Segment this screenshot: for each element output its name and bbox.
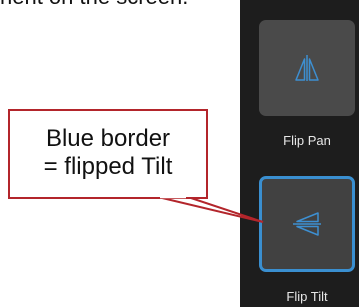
callout-line-1: Blue border (45, 125, 171, 152)
annotated-screenshot: nent on the screen. Flip Pan Flip Tilt B… (0, 0, 359, 307)
caption-fragment: nent on the screen. (0, 0, 250, 10)
flip-tilt-button[interactable] (259, 176, 355, 272)
callout-line-2: = flipped Tilt (43, 153, 173, 180)
flip-pan-button[interactable] (259, 20, 355, 116)
flip-pan-label: Flip Pan (283, 133, 331, 148)
flip-tilt-label: Flip Tilt (286, 289, 328, 304)
callout-box: Blue border = flipped Tilt (8, 109, 208, 199)
